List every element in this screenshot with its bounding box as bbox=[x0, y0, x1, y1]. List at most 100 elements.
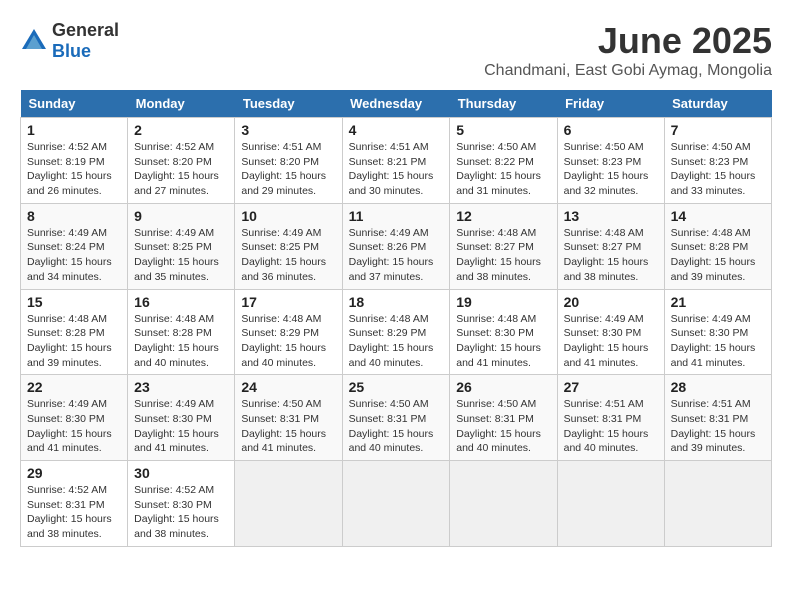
day-info: Sunrise: 4:52 AMSunset: 8:19 PMDaylight:… bbox=[27, 140, 121, 199]
day-number: 28 bbox=[671, 379, 765, 395]
calendar-cell: 19Sunrise: 4:48 AMSunset: 8:30 PMDayligh… bbox=[450, 289, 557, 375]
calendar-cell: 24Sunrise: 4:50 AMSunset: 8:31 PMDayligh… bbox=[235, 375, 342, 461]
day-number: 13 bbox=[564, 208, 658, 224]
location-title: Chandmani, East Gobi Aymag, Mongolia bbox=[484, 62, 772, 80]
calendar-cell: 14 Sunrise: 4:48 AMSunset: 8:28 PMDayligh… bbox=[664, 203, 771, 289]
calendar-cell: 10 Sunrise: 4:49 AMSunset: 8:25 PMDayligh… bbox=[235, 203, 342, 289]
calendar-cell: 11 Sunrise: 4:49 AMSunset: 8:26 PMDayligh… bbox=[342, 203, 450, 289]
week-row-5: 29 Sunrise: 4:52 AMSunset: 8:31 PMDayligh… bbox=[21, 461, 772, 547]
day-info: Sunrise: 4:50 AMSunset: 8:31 PMDaylight:… bbox=[241, 397, 335, 456]
day-number: 2 bbox=[134, 122, 228, 138]
calendar-cell: 23 Sunrise: 4:49 AMSunset: 8:30 PMDayligh… bbox=[128, 375, 235, 461]
day-number: 17 bbox=[241, 294, 335, 310]
col-header-saturday: Saturday bbox=[664, 90, 771, 118]
day-info: Sunrise: 4:51 AMSunset: 8:20 PMDaylight:… bbox=[241, 140, 335, 199]
day-info: Sunrise: 4:48 AMSunset: 8:27 PMDaylight:… bbox=[564, 226, 658, 285]
calendar-cell bbox=[342, 461, 450, 547]
calendar-cell bbox=[557, 461, 664, 547]
day-number: 27 bbox=[564, 379, 658, 395]
day-number: 22 bbox=[27, 379, 121, 395]
day-info: Sunrise: 4:48 AMSunset: 8:28 PMDaylight:… bbox=[27, 312, 121, 371]
calendar-cell: 5 Sunrise: 4:50 AMSunset: 8:22 PMDaylight… bbox=[450, 118, 557, 204]
day-number: 26 bbox=[456, 379, 550, 395]
day-info: Sunrise: 4:49 AMSunset: 8:30 PMDaylight:… bbox=[134, 397, 228, 456]
header-row: SundayMondayTuesdayWednesdayThursdayFrid… bbox=[21, 90, 772, 118]
calendar-cell: 8Sunrise: 4:49 AMSunset: 8:24 PMDaylight… bbox=[21, 203, 128, 289]
calendar-cell: 3 Sunrise: 4:51 AMSunset: 8:20 PMDaylight… bbox=[235, 118, 342, 204]
day-info: Sunrise: 4:51 AMSunset: 8:31 PMDaylight:… bbox=[671, 397, 765, 456]
day-number: 8 bbox=[27, 208, 121, 224]
day-info: Sunrise: 4:48 AMSunset: 8:28 PMDaylight:… bbox=[134, 312, 228, 371]
day-number: 10 bbox=[241, 208, 335, 224]
calendar-cell: 26Sunrise: 4:50 AMSunset: 8:31 PMDayligh… bbox=[450, 375, 557, 461]
calendar-table: SundayMondayTuesdayWednesdayThursdayFrid… bbox=[20, 90, 772, 547]
calendar-cell bbox=[235, 461, 342, 547]
week-row-1: 1 Sunrise: 4:52 AMSunset: 8:19 PMDaylight… bbox=[21, 118, 772, 204]
day-number: 3 bbox=[241, 122, 335, 138]
calendar-cell: 6Sunrise: 4:50 AMSunset: 8:23 PMDaylight… bbox=[557, 118, 664, 204]
day-number: 16 bbox=[134, 294, 228, 310]
day-info: Sunrise: 4:48 AMSunset: 8:29 PMDaylight:… bbox=[241, 312, 335, 371]
day-number: 18 bbox=[349, 294, 444, 310]
calendar-cell: 21 Sunrise: 4:49 AMSunset: 8:30 PMDayligh… bbox=[664, 289, 771, 375]
day-number: 9 bbox=[134, 208, 228, 224]
day-number: 15 bbox=[27, 294, 121, 310]
day-number: 23 bbox=[134, 379, 228, 395]
day-number: 11 bbox=[349, 208, 444, 224]
day-info: Sunrise: 4:48 AMSunset: 8:29 PMDaylight:… bbox=[349, 312, 444, 371]
calendar-cell: 30 Sunrise: 4:52 AMSunset: 8:30 PMDayligh… bbox=[128, 461, 235, 547]
day-info: Sunrise: 4:52 AMSunset: 8:30 PMDaylight:… bbox=[134, 483, 228, 542]
page-header: General Blue June 2025 Chandmani, East G… bbox=[20, 20, 772, 80]
day-info: Sunrise: 4:49 AMSunset: 8:30 PMDaylight:… bbox=[671, 312, 765, 371]
col-header-friday: Friday bbox=[557, 90, 664, 118]
day-info: Sunrise: 4:49 AMSunset: 8:30 PMDaylight:… bbox=[27, 397, 121, 456]
calendar-cell: 1 Sunrise: 4:52 AMSunset: 8:19 PMDaylight… bbox=[21, 118, 128, 204]
day-info: Sunrise: 4:49 AMSunset: 8:26 PMDaylight:… bbox=[349, 226, 444, 285]
day-info: Sunrise: 4:49 AMSunset: 8:30 PMDaylight:… bbox=[564, 312, 658, 371]
calendar-cell: 2 Sunrise: 4:52 AMSunset: 8:20 PMDaylight… bbox=[128, 118, 235, 204]
day-info: Sunrise: 4:48 AMSunset: 8:27 PMDaylight:… bbox=[456, 226, 550, 285]
day-number: 1 bbox=[27, 122, 121, 138]
day-info: Sunrise: 4:52 AMSunset: 8:31 PMDaylight:… bbox=[27, 483, 121, 542]
calendar-cell: 29 Sunrise: 4:52 AMSunset: 8:31 PMDayligh… bbox=[21, 461, 128, 547]
col-header-wednesday: Wednesday bbox=[342, 90, 450, 118]
day-number: 14 bbox=[671, 208, 765, 224]
day-info: Sunrise: 4:50 AMSunset: 8:22 PMDaylight:… bbox=[456, 140, 550, 199]
calendar-cell: 7 Sunrise: 4:50 AMSunset: 8:23 PMDaylight… bbox=[664, 118, 771, 204]
day-number: 29 bbox=[27, 465, 121, 481]
week-row-4: 22 Sunrise: 4:49 AMSunset: 8:30 PMDayligh… bbox=[21, 375, 772, 461]
day-info: Sunrise: 4:52 AMSunset: 8:20 PMDaylight:… bbox=[134, 140, 228, 199]
day-info: Sunrise: 4:50 AMSunset: 8:23 PMDaylight:… bbox=[671, 140, 765, 199]
day-number: 6 bbox=[564, 122, 658, 138]
day-number: 5 bbox=[456, 122, 550, 138]
calendar-cell: 16 Sunrise: 4:48 AMSunset: 8:28 PMDayligh… bbox=[128, 289, 235, 375]
day-info: Sunrise: 4:50 AMSunset: 8:31 PMDaylight:… bbox=[349, 397, 444, 456]
calendar-cell bbox=[450, 461, 557, 547]
calendar-cell: 28 Sunrise: 4:51 AMSunset: 8:31 PMDayligh… bbox=[664, 375, 771, 461]
calendar-cell: 17 Sunrise: 4:48 AMSunset: 8:29 PMDayligh… bbox=[235, 289, 342, 375]
day-info: Sunrise: 4:49 AMSunset: 8:25 PMDaylight:… bbox=[241, 226, 335, 285]
calendar-cell: 27Sunrise: 4:51 AMSunset: 8:31 PMDayligh… bbox=[557, 375, 664, 461]
month-title: June 2025 bbox=[484, 20, 772, 62]
day-number: 7 bbox=[671, 122, 765, 138]
day-number: 30 bbox=[134, 465, 228, 481]
calendar-cell: 15 Sunrise: 4:48 AMSunset: 8:28 PMDayligh… bbox=[21, 289, 128, 375]
day-number: 21 bbox=[671, 294, 765, 310]
calendar-cell: 12Sunrise: 4:48 AMSunset: 8:27 PMDayligh… bbox=[450, 203, 557, 289]
day-number: 19 bbox=[456, 294, 550, 310]
calendar-cell: 4Sunrise: 4:51 AMSunset: 8:21 PMDaylight… bbox=[342, 118, 450, 204]
calendar-cell: 13 Sunrise: 4:48 AMSunset: 8:27 PMDayligh… bbox=[557, 203, 664, 289]
logo-blue: Blue bbox=[52, 41, 91, 61]
day-info: Sunrise: 4:49 AMSunset: 8:25 PMDaylight:… bbox=[134, 226, 228, 285]
col-header-tuesday: Tuesday bbox=[235, 90, 342, 118]
col-header-thursday: Thursday bbox=[450, 90, 557, 118]
col-header-monday: Monday bbox=[128, 90, 235, 118]
day-number: 25 bbox=[349, 379, 444, 395]
calendar-cell bbox=[664, 461, 771, 547]
logo: General Blue bbox=[20, 20, 119, 62]
title-area: June 2025 Chandmani, East Gobi Aymag, Mo… bbox=[484, 20, 772, 80]
day-number: 20 bbox=[564, 294, 658, 310]
logo-icon bbox=[20, 27, 48, 55]
day-info: Sunrise: 4:48 AMSunset: 8:28 PMDaylight:… bbox=[671, 226, 765, 285]
day-number: 4 bbox=[349, 122, 444, 138]
